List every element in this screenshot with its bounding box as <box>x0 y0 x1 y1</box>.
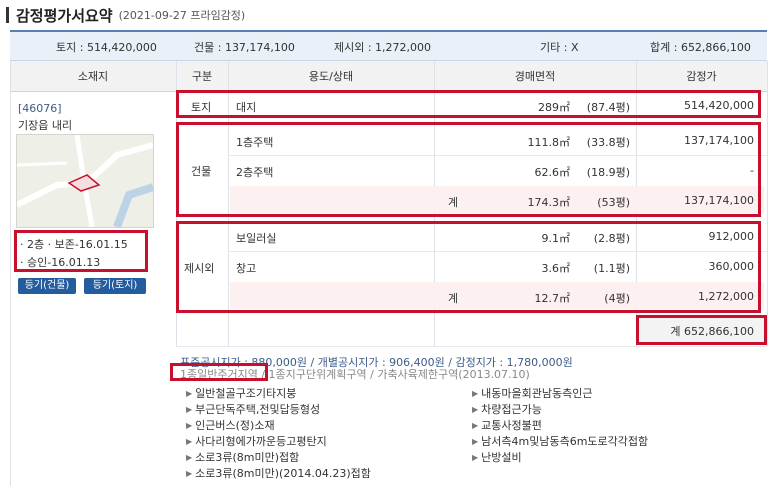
building-sum-pyeong: (53평) <box>597 196 630 209</box>
excluded-category: 제시외 <box>184 262 215 275</box>
excluded-sum-pyeong: (4평) <box>604 292 630 305</box>
grid-line <box>176 346 767 347</box>
page-title: 감정평가서요약 <box>16 6 113 25</box>
building-area-1: 111.8㎡ <box>527 136 571 149</box>
col-usage: 용도/상태 <box>308 70 354 83</box>
building-usage-2: 2층주택 <box>236 166 274 179</box>
feature-item: 차량접근가능 <box>472 401 542 417</box>
feature-item: 부근단독주택,전및답등형성 <box>186 401 320 417</box>
zip-code[interactable]: [46076] <box>18 102 62 115</box>
zone-highlight-box <box>170 363 268 381</box>
excluded-usage-1: 보일러실 <box>236 232 277 245</box>
excluded-area-2: 3.6㎡ <box>541 262 571 275</box>
summary-land: 토지 : 514,420,000 <box>56 41 157 54</box>
registry-land-button[interactable]: 등기(토지) <box>84 278 146 294</box>
zone-rest: / 1종지구단위계획구역 / 가축사육제한구역(2013.07.10) <box>257 368 530 381</box>
grand-total: 계 652,866,100 <box>670 325 754 338</box>
feature-item: 내동마을회관남동측인근 <box>472 385 592 401</box>
building-sum-label: 계 <box>448 196 459 209</box>
building-price-2: - <box>750 164 754 177</box>
excluded-sum-area: 12.7㎡ <box>534 292 571 305</box>
col-area: 경매면적 <box>514 70 556 83</box>
page-title-bar: 감정평가서요약 (2021-09-27 프라임감정) <box>6 4 245 26</box>
floor-line: · 2층 · 보존-16.01.15 <box>20 238 128 251</box>
title-marker <box>6 7 9 23</box>
building-area-2: 62.6㎡ <box>534 166 571 179</box>
excluded-pyeong-1: (2.8평) <box>593 232 630 245</box>
building-sum-area: 174.3㎡ <box>527 196 571 209</box>
land-usage: 대지 <box>236 101 257 114</box>
excluded-pyeong-2: (1.1평) <box>593 262 630 275</box>
summary-total: 합계 : 652,866,100 <box>650 41 751 54</box>
feature-item: 사다리형에가까운등고평탄지 <box>186 433 327 449</box>
land-price: 514,420,000 <box>684 99 754 112</box>
grid-line <box>767 61 768 346</box>
summary-building: 건물 : 137,174,100 <box>194 41 295 54</box>
excluded-sum-label: 계 <box>448 292 459 305</box>
building-usage-1: 1층주택 <box>236 136 274 149</box>
feature-item: 소로3류(8m미만)(2014.04.23)접함 <box>186 465 371 481</box>
feature-item: 소로3류(8m미만)접함 <box>186 449 299 465</box>
grid-line <box>10 61 11 486</box>
location-map[interactable] <box>16 134 154 228</box>
excluded-usage-2: 창고 <box>236 262 257 275</box>
registry-building-button[interactable]: 등기(건물) <box>18 278 76 294</box>
building-sum-price: 137,174,100 <box>684 194 754 207</box>
feature-item: 일반철골구조기타지붕 <box>186 385 296 401</box>
land-pyeong: (87.4평) <box>586 101 630 114</box>
page-subtitle: (2021-09-27 프라임감정) <box>118 9 246 22</box>
summary-excluded: 제시외 : 1,272,000 <box>334 41 432 54</box>
land-area: 289㎡ <box>538 101 570 114</box>
col-category: 구분 <box>191 70 213 83</box>
excluded-sum-price: 1,272,000 <box>698 290 754 303</box>
excluded-area-1: 9.1㎡ <box>541 232 571 245</box>
building-price-1: 137,174,100 <box>684 134 754 147</box>
approval-line: · 승인-16.01.13 <box>20 256 101 269</box>
summary-bar: 토지 : 514,420,000 건물 : 137,174,100 제시외 : … <box>10 30 767 61</box>
building-pyeong-1: (33.8평) <box>586 136 630 149</box>
col-appraisal: 감정가 <box>686 70 717 83</box>
map-image <box>17 135 153 227</box>
feature-item: 난방설비 <box>472 449 521 465</box>
land-category: 토지 <box>191 101 212 114</box>
feature-item: 인근버스(정)소재 <box>186 417 274 433</box>
feature-item: 남서측4m및남동측6m도로각각접함 <box>472 433 648 449</box>
address: 기장읍 내리 <box>18 119 73 132</box>
summary-other: 기타 : X <box>540 41 579 54</box>
building-pyeong-2: (18.9평) <box>586 166 630 179</box>
excluded-price-2: 360,000 <box>708 260 755 273</box>
building-category: 건물 <box>191 165 212 178</box>
col-location: 소재지 <box>77 70 109 83</box>
excluded-price-1: 912,000 <box>708 230 755 243</box>
feature-item: 교통사정불편 <box>472 417 542 433</box>
